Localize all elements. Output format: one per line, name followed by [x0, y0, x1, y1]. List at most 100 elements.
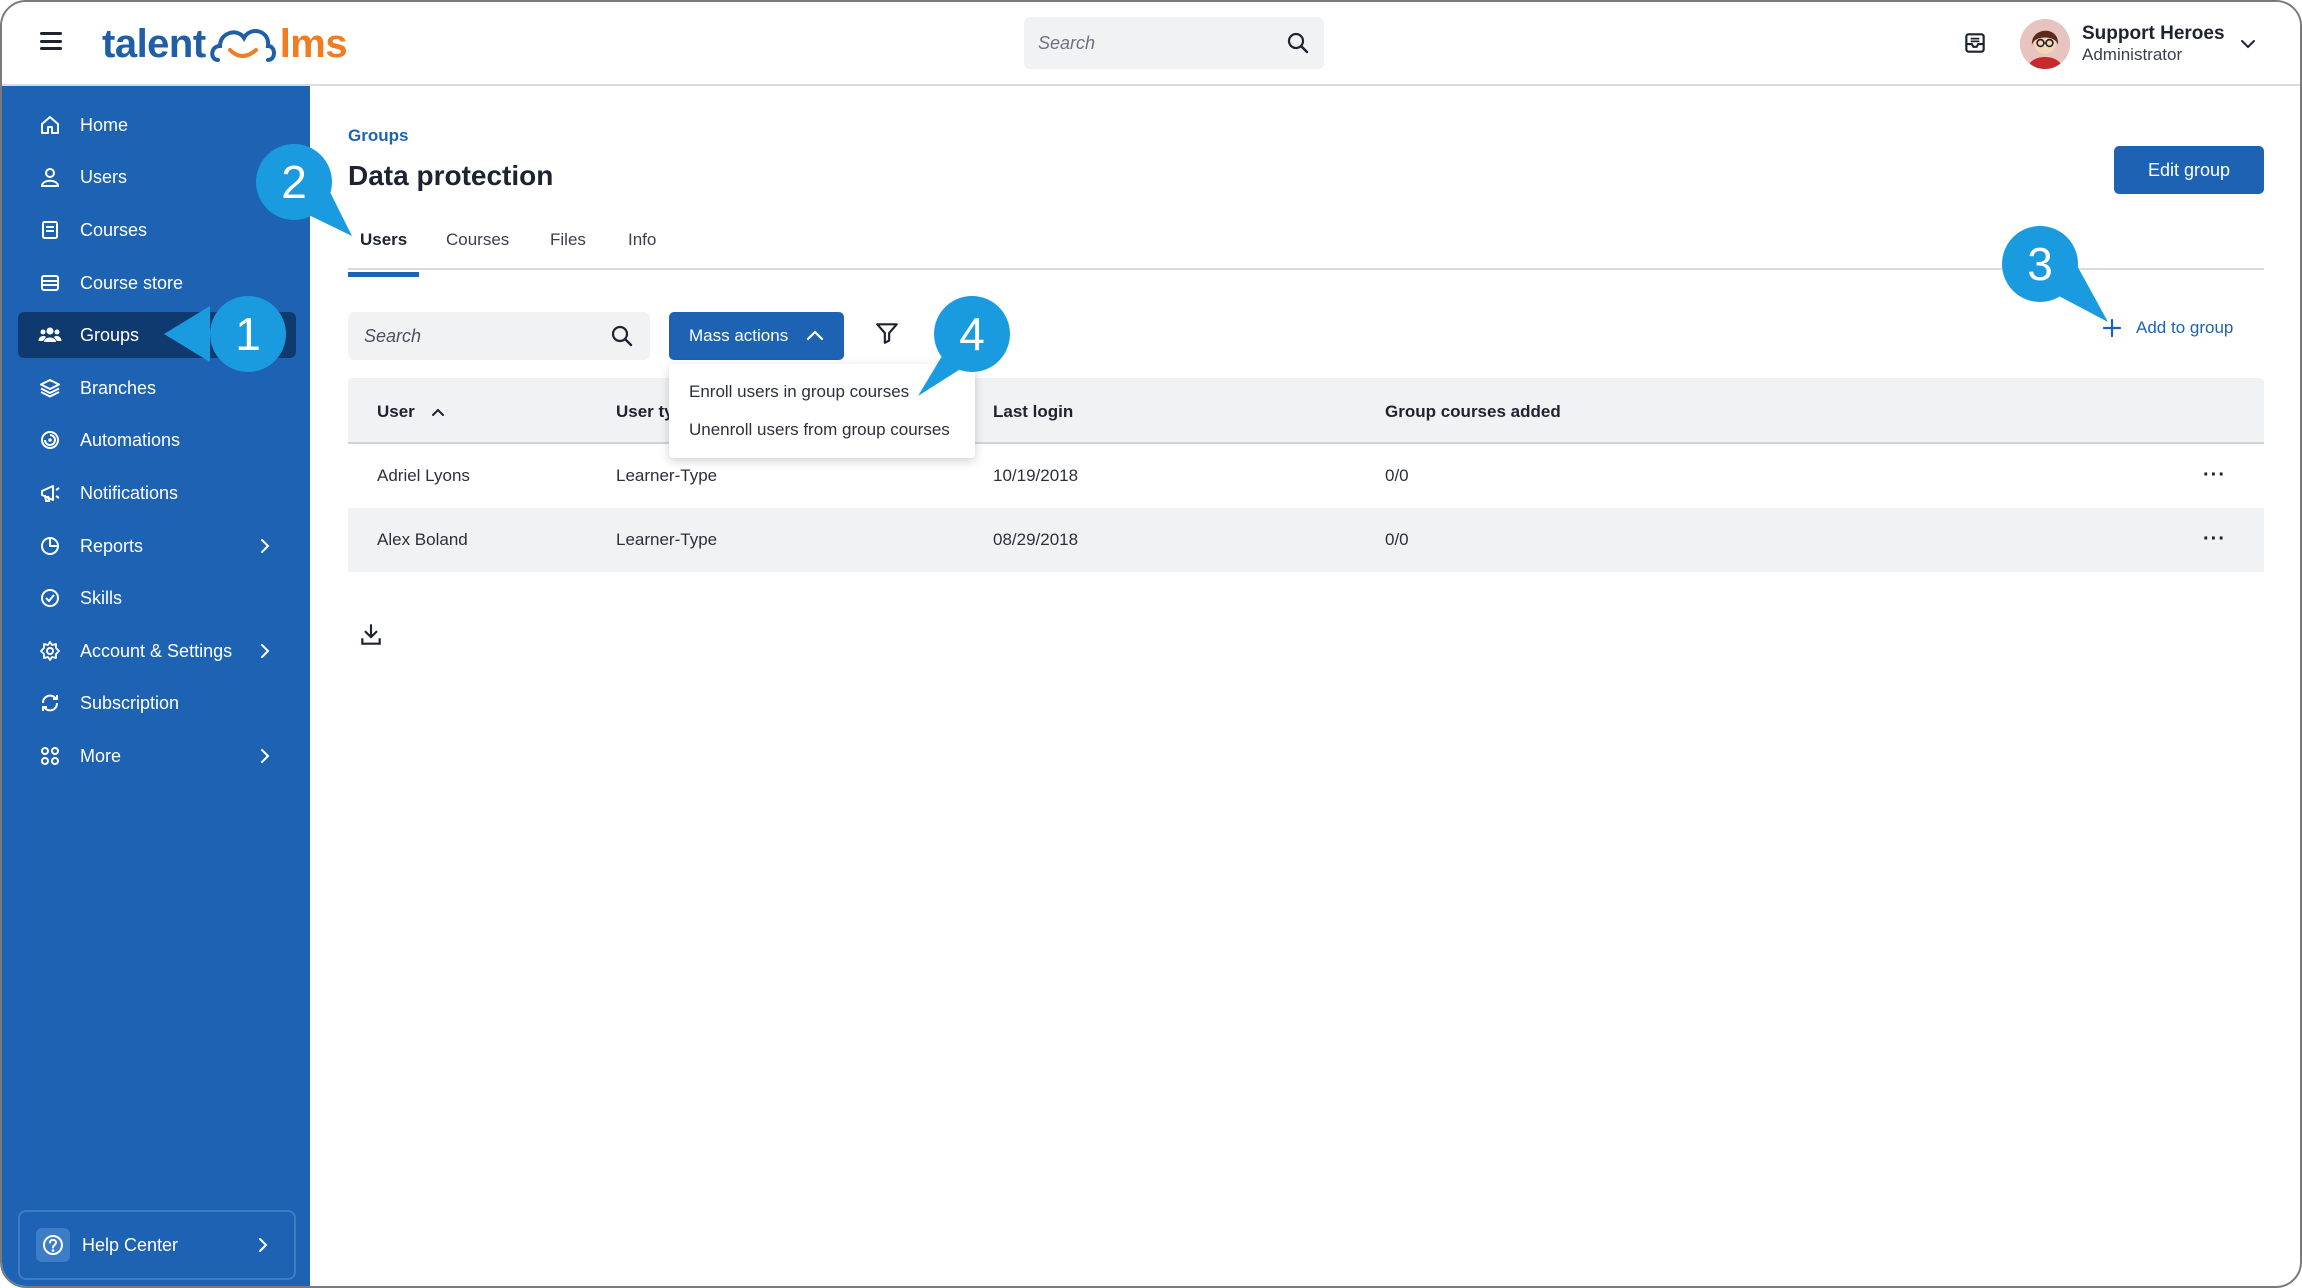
chevron-right-icon — [261, 749, 270, 763]
svg-text:4: 4 — [959, 308, 985, 360]
download-icon[interactable] — [358, 622, 384, 648]
users-table: User User ty Last login Group courses ad… — [348, 378, 2264, 572]
row-options-icon[interactable]: ··· — [2203, 464, 2226, 487]
sidebar-item-label: Course store — [80, 272, 184, 293]
user-name: Support Heroes — [2082, 23, 2225, 45]
column-label: User — [377, 402, 415, 421]
search-icon[interactable] — [610, 324, 634, 348]
help-center-label: Help Center — [82, 1234, 179, 1255]
sidebar-item-label: Home — [80, 114, 129, 135]
pie-chart-icon — [38, 534, 62, 558]
chevron-down-icon[interactable] — [2239, 35, 2257, 53]
search-icon[interactable] — [1286, 31, 1310, 55]
chevron-up-icon — [807, 330, 824, 341]
user-profile-menu[interactable]: Support Heroes Administrator — [2020, 14, 2272, 74]
sidebar-item-label: Automations — [80, 429, 181, 450]
subscription-icon — [38, 691, 62, 715]
sidebar-item-label: Reports — [80, 535, 144, 556]
callout-marker-3: 3 — [2002, 226, 2108, 322]
add-to-group-button[interactable]: Add to group — [2102, 318, 2233, 338]
callout-marker-4: 4 — [918, 296, 1010, 396]
sidebar-item-label: More — [80, 745, 122, 766]
column-header-user[interactable]: User — [377, 402, 445, 422]
home-icon — [38, 113, 62, 137]
table-row[interactable]: Alex Boland Learner-Type 08/29/2018 0/0 … — [348, 508, 2264, 572]
sidebar-item-subscription[interactable]: Subscription — [18, 680, 296, 726]
top-bar: talent lms Search Support Heroes Adminis… — [2, 2, 2300, 86]
sidebar-item-automations[interactable]: Automations — [18, 417, 296, 463]
sidebar-item-skills[interactable]: Skills — [18, 575, 296, 621]
tab-files[interactable]: Files — [550, 230, 586, 270]
user-role: Administrator — [2082, 45, 2183, 65]
tab-info[interactable]: Info — [628, 230, 656, 270]
sidebar-item-more[interactable]: More — [18, 733, 296, 779]
cell-user: Adriel Lyons — [377, 466, 470, 485]
global-search[interactable] — [1024, 17, 1324, 69]
automation-icon — [38, 428, 62, 452]
tab-courses[interactable]: Courses — [446, 230, 509, 270]
tab-bar: Users Courses Files Info — [348, 222, 2264, 277]
cell-last-login: 10/19/2018 — [993, 466, 1079, 485]
sidebar-item-label: Branches — [80, 377, 157, 398]
users-search[interactable] — [348, 312, 650, 360]
sidebar-item-label: Skills — [80, 587, 123, 608]
sort-ascending-icon — [431, 408, 444, 416]
svg-text:3: 3 — [2027, 238, 2053, 290]
svg-text:2: 2 — [281, 156, 307, 208]
sidebar-item-notifications[interactable]: Notifications — [18, 470, 296, 516]
help-center-button[interactable]: Help Center — [18, 1210, 296, 1280]
skills-icon — [38, 586, 62, 610]
help-icon — [36, 1228, 70, 1262]
add-to-group-label: Add to group — [2136, 318, 2234, 337]
layers-icon — [38, 376, 62, 400]
messages-icon[interactable] — [1962, 30, 1988, 56]
svg-text:1: 1 — [235, 308, 261, 360]
gear-icon — [38, 639, 62, 663]
megaphone-icon — [38, 481, 62, 505]
cell-user-type: Learner-Type — [616, 530, 718, 549]
logo-text-lms: lms — [279, 21, 348, 66]
chevron-right-icon — [259, 1238, 268, 1252]
cell-user: Alex Boland — [377, 530, 468, 549]
app-window: talent lms Search Support Heroes Adminis… — [0, 0, 2302, 1288]
mass-actions-button[interactable]: Mass actions — [669, 312, 844, 360]
talentlms-logo[interactable]: talent lms — [102, 16, 348, 72]
column-header-last-login[interactable]: Last login — [993, 402, 1073, 422]
sidebar-item-label: Account & Settings — [80, 640, 233, 661]
sidebar-item-label: Subscription — [80, 692, 180, 713]
store-icon — [38, 271, 62, 295]
table-header: User User ty Last login Group courses ad… — [348, 378, 2264, 444]
callout-marker-1: 1 — [164, 296, 286, 372]
edit-group-button[interactable]: Edit group — [2114, 146, 2264, 194]
cell-group-courses: 0/0 — [1385, 466, 1409, 485]
row-options-icon[interactable]: ··· — [2203, 528, 2226, 551]
table-row[interactable]: Adriel Lyons Learner-Type 10/19/2018 0/0… — [348, 444, 2264, 508]
cell-user-type: Learner-Type — [616, 466, 718, 485]
users-search-input[interactable] — [364, 325, 610, 347]
logo-text-talent: talent — [102, 21, 206, 66]
column-header-group-courses[interactable]: Group courses added — [1385, 402, 1561, 422]
column-header-user-type[interactable]: User ty — [616, 402, 674, 422]
sidebar-item-label: Notifications — [80, 482, 179, 503]
menu-item-unenroll[interactable]: Unenroll users from group courses — [689, 420, 950, 440]
groups-icon — [38, 323, 62, 347]
sidebar: Home Users Courses Course store Groups B… — [2, 86, 310, 1286]
chevron-right-icon — [261, 644, 270, 658]
hamburger-menu-icon[interactable] — [40, 32, 62, 50]
filter-icon[interactable] — [874, 320, 900, 346]
page-title: Data protection — [348, 160, 554, 191]
sidebar-item-account-settings[interactable]: Account & Settings — [18, 628, 296, 674]
grid-icon — [38, 744, 62, 768]
menu-item-enroll[interactable]: Enroll users in group courses — [689, 382, 909, 402]
global-search-input[interactable] — [1038, 32, 1286, 54]
book-icon — [38, 218, 62, 242]
mass-actions-label: Mass actions — [689, 326, 789, 345]
cell-last-login: 08/29/2018 — [993, 530, 1079, 549]
avatar — [2020, 19, 2070, 69]
sidebar-item-reports[interactable]: Reports — [18, 523, 296, 569]
user-icon — [38, 165, 62, 189]
cell-group-courses: 0/0 — [1385, 530, 1409, 549]
callout-marker-2: 2 — [256, 144, 352, 236]
chevron-right-icon — [261, 539, 270, 553]
cloud-smile-icon — [209, 29, 276, 62]
